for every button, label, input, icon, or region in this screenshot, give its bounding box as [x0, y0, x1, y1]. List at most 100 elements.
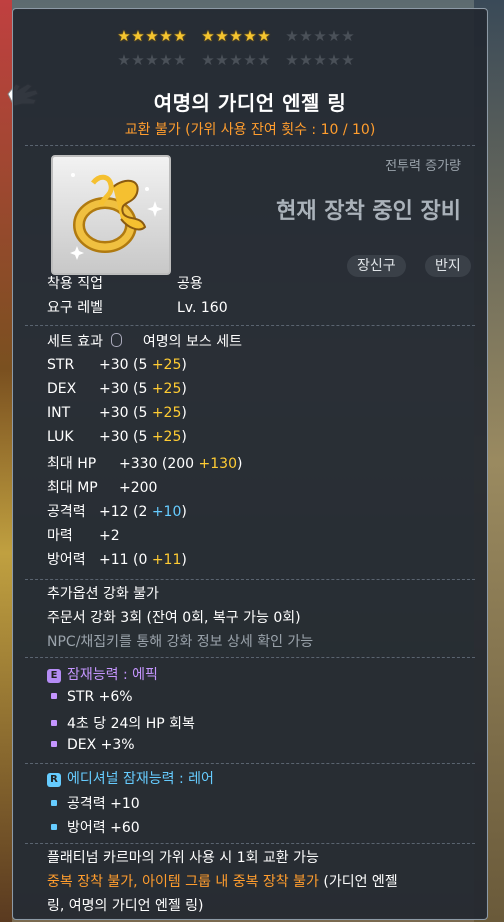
star-empty-icon: ★ — [173, 51, 187, 69]
star-empty-icon: ★ — [313, 51, 327, 69]
star-group: ★ ★ ★ ★ ★ — [201, 29, 271, 51]
stat-name: INT — [47, 405, 71, 421]
stat-close: ) — [181, 405, 187, 421]
stat-value: +200 — [119, 480, 158, 496]
star-empty-icon: ★ — [285, 27, 299, 45]
star-empty-icon: ★ — [159, 51, 173, 69]
req-level-value: Lv. 160 — [177, 300, 228, 316]
item-tooltip: ★ ★ ★ ★ ★ ★ ★ ★ ★ ★ ★ ★ ★ ★ ★ ★ ★ ★ ★ ★ ★ ★ ★ ★ ★ ★ ★ ★ ★ ★ 여명의 가디언 … — [12, 8, 488, 920]
stat-value: +330 (200 — [119, 456, 199, 472]
divider — [25, 145, 475, 146]
stat-bonus: +130 — [198, 456, 237, 472]
note-scroll-upgrade: 주문서 강화 3회 (잔여 0회, 복구 가능 0회) — [47, 610, 301, 626]
star-filled-icon: ★ — [131, 27, 145, 45]
rare-grade-icon: R — [47, 773, 61, 787]
karma-scissors-note: 플래티넘 카르마의 가위 사용 시 1회 교환 가능 — [47, 850, 319, 866]
stat-name: 최대 HP — [47, 456, 97, 472]
star-empty-icon: ★ — [117, 51, 131, 69]
stat-row: 마력 +2 — [47, 525, 120, 545]
combat-power-label: 전투력 증가량 — [385, 159, 461, 174]
set-effect-name: 여명의 보스 세트 — [142, 334, 242, 350]
divider — [25, 579, 475, 580]
stat-close: ) — [181, 357, 187, 373]
item-name: 여명의 가디언 엔젤 링 — [153, 91, 347, 115]
stat-bonus: +25 — [151, 429, 182, 445]
stat-value: +12 (2 — [99, 504, 152, 520]
stat-close: ) — [181, 381, 187, 397]
potential-line-text: STR +6% — [67, 689, 133, 705]
stat-row: 최대 MP +200 — [47, 477, 157, 497]
star-filled-icon: ★ — [201, 27, 215, 45]
stat-name: STR — [47, 357, 75, 373]
mouse-icon — [111, 333, 123, 347]
potential-line: DEX +3% — [51, 737, 135, 753]
additional-potential-line: 공격력 +10 — [51, 793, 140, 813]
set-effect-label: 세트 효과 — [47, 334, 103, 350]
star-filled-icon: ★ — [159, 27, 173, 45]
potential-line: STR +6% — [51, 689, 133, 705]
divider — [25, 843, 475, 844]
req-level-label: 요구 레벨 — [47, 300, 103, 316]
stat-name: DEX — [47, 381, 77, 397]
star-group: ★ ★ ★ ★ ★ — [201, 53, 271, 75]
req-level: 요구 레벨 Lv. 160 — [47, 297, 228, 317]
combat-power-value: 현재 장착 중인 장비 — [276, 199, 461, 224]
bullet-icon — [51, 693, 57, 699]
potential-line-text: 4초 당 24의 HP 회복 — [67, 716, 195, 732]
additional-potential-line-text: 공격력 +10 — [67, 796, 140, 812]
category-tag: 장신구 — [347, 255, 406, 277]
ring-icon — [70, 173, 163, 260]
star-empty-icon: ★ — [299, 51, 313, 69]
star-empty-icon: ★ — [243, 51, 257, 69]
stat-row: STR +30 (5 +25) — [47, 357, 187, 373]
background-left-edge — [0, 0, 12, 922]
stat-value: +30 (5 — [99, 405, 152, 421]
req-job-value: 공용 — [177, 276, 203, 292]
req-job: 착용 직업 공용 — [47, 273, 203, 293]
star-empty-icon: ★ — [341, 51, 355, 69]
stat-close: ) — [237, 456, 243, 472]
star-filled-icon: ★ — [173, 27, 187, 45]
star-empty-icon: ★ — [257, 51, 271, 69]
divider — [25, 763, 475, 764]
stat-bonus: +25 — [151, 357, 182, 373]
stat-value: +30 (5 — [99, 357, 152, 373]
star-filled-icon: ★ — [257, 27, 271, 45]
stat-row: 최대 HP +330 (200 +130) — [47, 453, 242, 473]
stat-value: +30 (5 — [99, 429, 152, 445]
stat-bonus: +10 — [151, 504, 182, 520]
duplicate-equip-group-1: (가디언 엔젤 — [318, 874, 398, 890]
epic-grade-icon: E — [47, 669, 61, 683]
stat-name: 방어력 — [47, 552, 86, 568]
stat-close: ) — [181, 552, 187, 568]
stat-row: DEX +30 (5 +25) — [47, 381, 187, 397]
star-group: ★ ★ ★ ★ ★ — [285, 53, 355, 75]
star-empty-icon: ★ — [285, 51, 299, 69]
potential-title: 잠재능력 : 에픽 — [67, 667, 158, 683]
star-force-row-2: ★ ★ ★ ★ ★ ★ ★ ★ ★ ★ ★ ★ ★ ★ ★ — [117, 53, 369, 75]
set-effect[interactable]: 세트 효과 여명의 보스 세트 — [47, 331, 242, 351]
potential-header: E 잠재능력 : 에픽 — [47, 664, 158, 684]
bullet-icon — [51, 720, 57, 726]
additional-potential-header: R 에디셔널 잠재능력 : 레어 — [47, 768, 214, 788]
divider — [25, 325, 475, 326]
bullet-icon — [51, 824, 57, 830]
stat-value: +2 — [99, 528, 120, 544]
star-empty-icon: ★ — [215, 51, 229, 69]
stat-close: ) — [181, 504, 187, 520]
stat-row: 방어력 +11 (0 +11) — [47, 549, 187, 569]
duplicate-equip-note: 중복 장착 불가, 아이템 그룹 내 중복 장착 불가 (가디언 엔젤 — [47, 871, 398, 891]
star-group: ★ ★ ★ ★ ★ — [117, 29, 187, 51]
star-empty-icon: ★ — [327, 51, 341, 69]
note-npc-info: NPC/채집키를 통해 강화 정보 상세 확인 가능 — [47, 634, 314, 650]
stat-row: INT +30 (5 +25) — [47, 405, 187, 421]
bullet-icon — [51, 800, 57, 806]
stat-value: +30 (5 — [99, 381, 152, 397]
duplicate-equip-warning: 중복 장착 불가, 아이템 그룹 내 중복 장착 불가 — [47, 874, 319, 890]
star-filled-icon: ★ — [145, 27, 159, 45]
stat-bonus: +11 — [151, 552, 182, 568]
potential-line-text: DEX +3% — [67, 737, 135, 753]
stat-name: LUK — [47, 429, 74, 445]
duplicate-equip-group-2: 링, 여명의 가디언 엔젤 링) — [47, 898, 204, 914]
star-filled-icon: ★ — [117, 27, 131, 45]
